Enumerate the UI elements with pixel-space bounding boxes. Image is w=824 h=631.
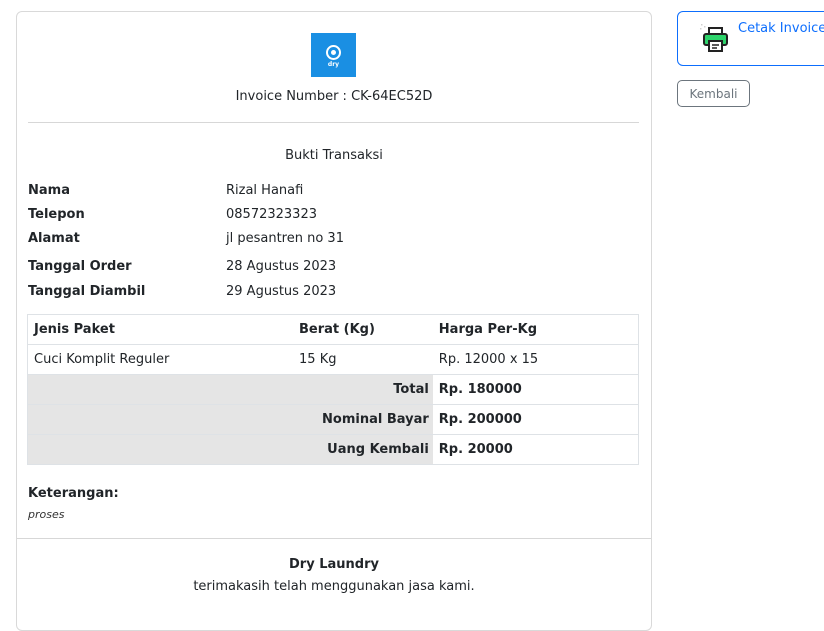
info-value: 29 Agustus 2023 xyxy=(226,284,337,299)
print-invoice-label: Cetak Invoice xyxy=(738,21,824,36)
company-name: Dry Laundry xyxy=(289,557,379,572)
receipt-title: Bukti Transaksi xyxy=(285,148,383,163)
table-row: Cuci Komplit Reguler 15 Kg Rp. 12000 x 1… xyxy=(27,344,639,375)
info-value: jl pesantren no 31 xyxy=(226,231,344,246)
washing-drum-icon xyxy=(326,44,341,60)
summary-label: Uang Kembali xyxy=(27,434,433,465)
thank-you-text: terimakasih telah menggunakan jasa kami. xyxy=(193,579,475,594)
laundry-logo: dry xyxy=(311,33,356,77)
divider xyxy=(17,538,651,539)
summary-label: Total xyxy=(27,374,433,405)
summary-value: Rp. 20000 xyxy=(432,434,639,465)
transaction-table: Jenis Paket Berat (Kg) Harga Per-Kg Cuci… xyxy=(27,314,639,465)
print-invoice-button[interactable]: Cetak Invoice xyxy=(677,11,824,66)
summary-row-uang-kembali: Uang Kembali Rp. 20000 xyxy=(27,434,639,465)
table-cell: 15 Kg xyxy=(293,344,433,375)
info-label: Tanggal Diambil xyxy=(28,284,146,299)
logo-text: dry xyxy=(327,60,340,68)
summary-value: Rp. 180000 xyxy=(432,374,639,405)
table-header: Jenis Paket xyxy=(34,322,115,337)
invoice-number: Invoice Number : CK-64EC52D xyxy=(235,89,433,104)
back-button[interactable]: Kembali xyxy=(677,80,750,107)
table-header: Berat (Kg) xyxy=(299,322,375,337)
info-value: 28 Agustus 2023 xyxy=(226,259,337,274)
summary-value: Rp. 200000 xyxy=(432,404,639,435)
info-label: Tanggal Order xyxy=(28,259,132,274)
info-label: Nama xyxy=(28,183,70,198)
table-header: Harga Per-Kg xyxy=(438,322,537,337)
table-cell: Cuci Komplit Reguler xyxy=(27,344,294,375)
info-label: Telepon xyxy=(28,207,85,222)
summary-row-nominal-bayar: Nominal Bayar Rp. 200000 xyxy=(27,404,639,435)
notes-value: proses xyxy=(28,508,65,521)
printer-icon xyxy=(700,23,728,52)
summary-row-total: Total Rp. 180000 xyxy=(27,374,639,405)
summary-label: Nominal Bayar xyxy=(27,404,433,435)
table-cell: Rp. 12000 x 15 xyxy=(432,344,639,375)
table-header-row: Jenis Paket Berat (Kg) Harga Per-Kg xyxy=(28,315,639,345)
divider xyxy=(28,122,639,123)
info-value: Rizal Hanafi xyxy=(226,183,304,198)
info-label: Alamat xyxy=(28,231,80,246)
info-value: 08572323323 xyxy=(226,207,317,222)
notes-label: Keterangan: xyxy=(28,486,119,501)
